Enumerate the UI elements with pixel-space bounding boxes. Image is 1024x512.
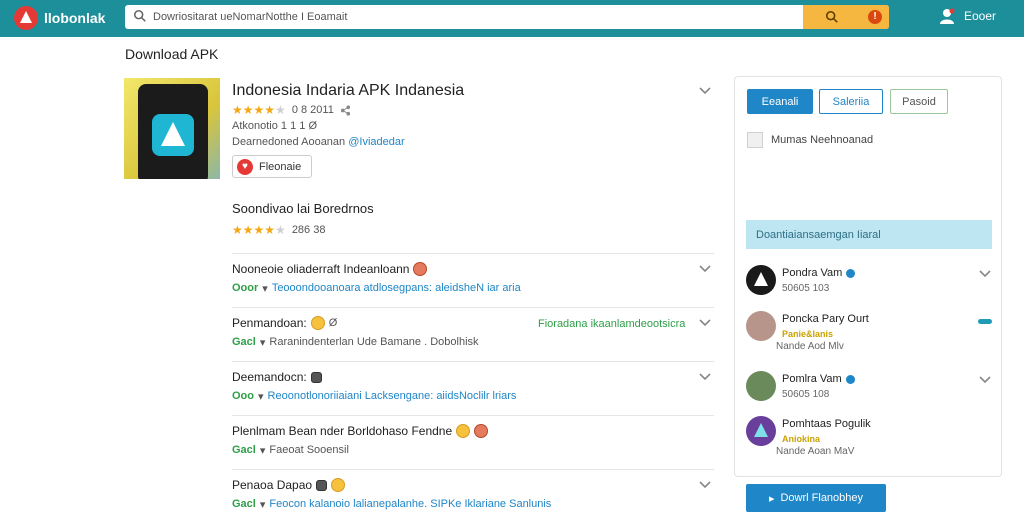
favorite-button[interactable]: ♥ Fleonaie — [232, 155, 312, 178]
reviews-count: 286 38 — [291, 224, 326, 236]
top-bar: llobonlak ! Eooer — [0, 0, 1024, 37]
alert-button[interactable]: ! — [861, 5, 889, 29]
star-rating: ★★★★★ — [232, 103, 286, 117]
review-summary: Gacl ▾ Raranindenterlan Ude Bamane . Dobo… — [232, 336, 479, 349]
chevron-down-icon[interactable] — [698, 480, 712, 490]
review-row[interactable]: Nooneoie oliaderraft Indeanloann Ooor ▾ T… — [232, 253, 714, 307]
emoji-icon — [310, 371, 322, 383]
search-bar: ! — [125, 5, 889, 29]
item-meta: Aniokina — [782, 434, 821, 444]
download-button[interactable]: ▸ Dowrl Flanobhey — [746, 484, 886, 512]
item-name: Poncka Pary Ourt — [782, 313, 869, 325]
app-thumbnail[interactable] — [124, 78, 220, 179]
user-icon — [940, 8, 955, 24]
review-row[interactable]: Plenlmam Bean nder Borldohaso Fendne Gac… — [232, 415, 714, 469]
review-row[interactable]: Deemandocn: Ooo ▾ Reoonotlonoriiaiani Lac… — [232, 361, 714, 415]
emoji-icon — [331, 478, 346, 492]
heart-icon: ♥ — [237, 158, 253, 175]
list-item[interactable]: Pondra Vam 50605 103 — [746, 265, 996, 305]
tab-tertiary[interactable]: Pasoid — [890, 89, 948, 114]
search-input[interactable] — [153, 5, 823, 29]
review-summary: Ooo ▾ Reoonotlonoriiaiani Lacksengane: ai… — [232, 390, 517, 403]
review-title: Deemandocn: — [232, 370, 322, 384]
chevron-down-icon[interactable] — [698, 264, 712, 274]
chevron-down-icon[interactable] — [978, 375, 992, 385]
chevron-down-icon[interactable] — [978, 269, 992, 279]
emoji-icon — [474, 424, 489, 438]
emoji-icon — [316, 479, 328, 491]
status-dot-icon — [978, 319, 992, 324]
site-logo[interactable]: llobonlak — [14, 6, 105, 30]
chevron-down-icon[interactable] — [698, 318, 712, 328]
phone-image — [138, 84, 208, 179]
list-item[interactable]: Pomlra Vam 50605 108 — [746, 371, 996, 411]
item-name: Pomlra Vam — [782, 373, 855, 385]
review-summary: Gacl ▾ Feocon kalanoio lalianepalanhe. SI… — [232, 498, 552, 511]
chevron-down-icon[interactable] — [698, 372, 712, 382]
review-note: Fioradana ikaanlamdeootsicra — [538, 318, 686, 330]
search-icon — [133, 9, 146, 22]
review-row[interactable]: Penaoa Dapao Gacl ▾ Feocon kalanoio lalia… — [232, 469, 714, 512]
review-title: Penmandoan: Ø — [232, 316, 338, 330]
item-name: Pomhtaas Pogulik — [782, 418, 871, 430]
reviews-title: Soondivao lai Boredrnos — [232, 201, 374, 216]
star-rating: ★★★★★ — [232, 223, 286, 237]
list-item[interactable]: Poncka Pary Ourt Panie&Ianis Nande Aod M… — [746, 311, 996, 352]
item-meta: 50605 108 — [782, 389, 830, 400]
page-title: Download APK — [125, 46, 219, 62]
emoji-icon — [456, 424, 471, 438]
logo-text: llobonlak — [44, 10, 106, 26]
app-developer: Dearnedoned Aooanan @Iviadedar — [232, 136, 405, 148]
item-meta-secondary: Nande Aod Mlv — [776, 341, 844, 352]
reviews-rating: ★★★★★ 286 38 — [232, 223, 325, 237]
app-logo-icon — [152, 114, 194, 156]
user-label: Eooer — [964, 9, 997, 23]
emoji-icon — [310, 316, 325, 330]
download-label: Dowrl Flanobhey — [780, 492, 864, 504]
search-icon — [825, 10, 838, 23]
tab-primary[interactable]: Eeanali — [747, 89, 813, 114]
verified-icon — [846, 268, 856, 278]
review-title: Nooneoie oliaderraft Indeanloann — [232, 262, 428, 276]
app-downloads: Atkonotio 1 1 1 Ø — [232, 120, 317, 132]
review-title: Plenlmam Bean nder Borldohaso Fendne — [232, 424, 489, 438]
emoji-icon — [413, 262, 428, 276]
verified-icon — [845, 374, 855, 384]
share-icon[interactable] — [340, 104, 351, 116]
tab-secondary[interactable]: Saleriia — [819, 89, 883, 114]
review-summary: Gacl ▾ Faeoat Sooensil — [232, 444, 349, 457]
download-icon: ▸ — [768, 492, 775, 505]
app-name: Indonesia Indaria APK Indanesia — [232, 82, 465, 99]
user-menu[interactable]: Eooer — [938, 7, 996, 25]
review-summary: Ooor ▾ Teooondooanoara atdlosegpans: alei… — [232, 282, 521, 295]
item-meta: Panie&Ianis — [782, 329, 834, 339]
developer-link[interactable]: @Iviadedar — [348, 136, 404, 148]
rating-text: 0 8 2011 — [291, 104, 334, 116]
app-rating: ★★★★★ 0 8 2011 — [232, 103, 351, 117]
sidebar-banner[interactable]: Doantiaiansaemgan Iiaral — [746, 220, 992, 249]
avatar — [746, 311, 776, 341]
sidebar-info: Mumas Neehnoanad — [747, 132, 873, 148]
review-row[interactable]: Penmandoan: Ø Gacl ▾ Raranindenterlan Ude… — [232, 307, 714, 361]
avatar — [746, 371, 776, 401]
sidebar-panel: Eeanali Saleriia Pasoid Mumas Neehnoanad… — [734, 76, 1002, 477]
item-meta-secondary: Nande Aoan MaV — [776, 446, 855, 457]
favorite-label: Fleonaie — [259, 160, 302, 173]
document-icon — [747, 132, 763, 148]
list-item[interactable]: Pomhtaas Pogulik Aniokina Nande Aoan MaV — [746, 416, 996, 457]
chevron-down-icon[interactable] — [698, 86, 712, 96]
avatar — [746, 265, 776, 295]
item-name: Pondra Vam — [782, 267, 856, 279]
alert-icon: ! — [868, 10, 882, 24]
item-meta: 50605 103 — [782, 283, 830, 294]
developer-label: Dearnedoned Aooanan — [232, 136, 346, 148]
review-title: Penaoa Dapao — [232, 478, 346, 492]
search-button[interactable] — [803, 5, 861, 29]
logo-icon — [14, 6, 38, 30]
avatar — [746, 416, 776, 446]
